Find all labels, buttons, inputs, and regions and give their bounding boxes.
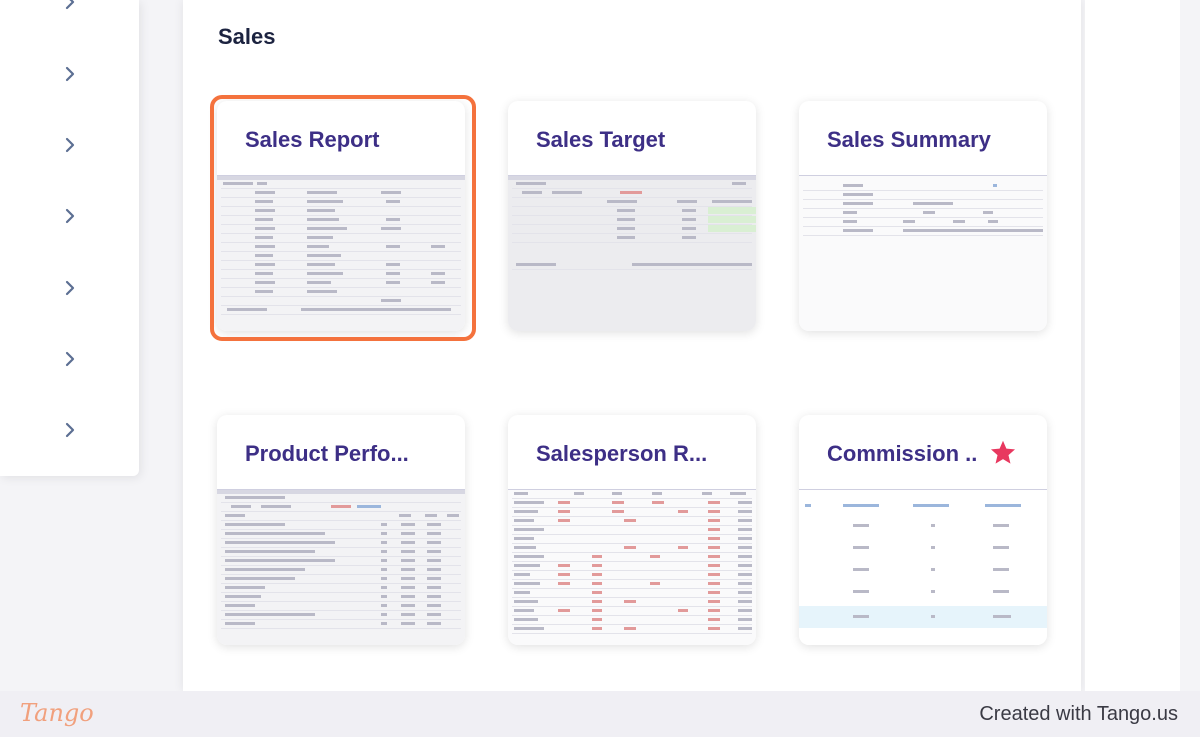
chevron-right-icon[interactable]	[62, 137, 78, 153]
chevron-right-icon[interactable]	[62, 0, 78, 10]
report-thumbnail	[508, 489, 756, 645]
report-card-product-performance[interactable]: Product Perfo...	[217, 415, 465, 645]
report-card-commission[interactable]: Commission ...	[799, 415, 1047, 645]
tango-logo[interactable]: Tango	[20, 699, 94, 727]
report-thumbnail	[217, 489, 465, 645]
card-title: Salesperson R...	[536, 441, 708, 466]
chevron-right-icon[interactable]	[62, 351, 78, 367]
card-title: Product Perfo...	[245, 441, 409, 466]
report-card-sales-report[interactable]: Sales Report	[217, 101, 465, 331]
chevron-right-icon[interactable]	[62, 422, 78, 438]
right-panel	[1085, 0, 1180, 691]
card-title: Sales Report	[245, 127, 380, 152]
card-title: Sales Summary	[827, 127, 991, 152]
section-title: Sales	[218, 24, 276, 49]
report-card-sales-target[interactable]: Sales Target	[508, 101, 756, 331]
report-thumbnail	[799, 489, 1047, 645]
report-card-salesperson-report[interactable]: Salesperson R...	[508, 415, 756, 645]
chevron-right-icon[interactable]	[62, 280, 78, 296]
left-sidebar	[0, 0, 139, 476]
footer-bar: Tango Created with Tango.us	[0, 691, 1200, 737]
report-thumbnail	[799, 175, 1047, 331]
card-title: Sales Target	[536, 127, 666, 152]
chevron-right-icon[interactable]	[62, 66, 78, 82]
card-title: Commission ...	[827, 441, 977, 466]
report-thumbnail	[217, 175, 465, 331]
report-card-sales-summary[interactable]: Sales Summary	[799, 101, 1047, 331]
footer-credit[interactable]: Created with Tango.us	[979, 703, 1178, 726]
chevron-right-icon[interactable]	[62, 208, 78, 224]
report-thumbnail	[508, 175, 756, 331]
star-icon[interactable]	[989, 439, 1017, 467]
